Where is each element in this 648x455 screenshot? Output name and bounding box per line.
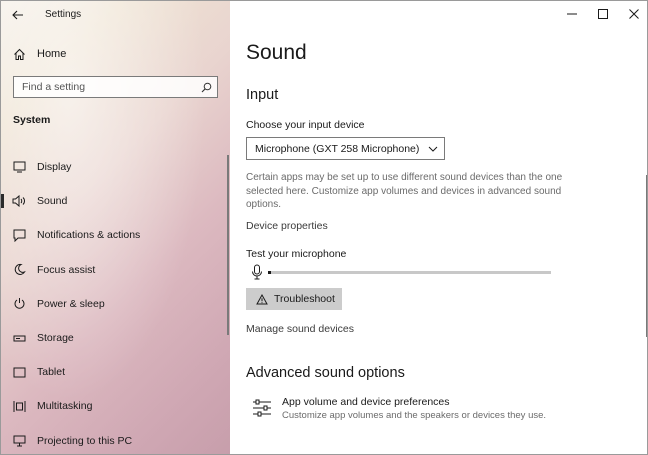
microphone-level-fill	[268, 271, 271, 274]
sidebar-nav: Display Sound Notifications & actions Fo…	[1, 150, 230, 455]
sidebar-item-label: Multitasking	[37, 400, 93, 413]
sidebar-item-label: Power & sleep	[37, 297, 105, 310]
troubleshoot-button[interactable]: Troubleshoot	[246, 288, 342, 310]
display-icon	[12, 160, 26, 174]
device-properties-link[interactable]: Device properties	[246, 220, 328, 232]
advanced-sound-heading: Advanced sound options	[246, 365, 405, 381]
page-title: Sound	[246, 41, 307, 64]
maximize-button[interactable]	[587, 1, 618, 27]
home-icon	[14, 48, 25, 60]
app-volume-title: App volume and device preferences	[282, 396, 450, 408]
power-icon	[12, 297, 26, 311]
sidebar-item-label: Sound	[37, 195, 68, 208]
sidebar-item-label: Notifications & actions	[37, 229, 141, 242]
sidebar-item-label: Display	[37, 161, 72, 174]
app-volume-preferences[interactable]: App volume and device preferences Custom…	[252, 396, 546, 421]
speaker-icon	[12, 194, 26, 208]
sliders-icon	[253, 399, 271, 417]
microphone-level-bar	[268, 271, 551, 274]
app-title: Settings	[45, 9, 82, 20]
input-description: Certain apps may be set up to use differ…	[246, 172, 563, 210]
sidebar-scrollbar[interactable]	[227, 155, 229, 335]
test-microphone-label: Test your microphone	[246, 248, 347, 260]
input-heading: Input	[246, 87, 279, 103]
sidebar-item-label: Storage	[37, 332, 74, 345]
input-device-dropdown[interactable]: Microphone (GXT 258 Microphone)	[246, 137, 445, 160]
app-volume-description: Customize app volumes and the speakers o…	[282, 410, 547, 421]
sidebar: Settings Home Find a setting System Disp…	[1, 1, 230, 455]
microphone-icon	[252, 264, 262, 280]
close-icon	[628, 9, 639, 19]
sidebar-item-sound[interactable]: Sound	[1, 184, 230, 218]
moon-icon	[12, 263, 26, 277]
settings-window: Settings Home Find a setting System Disp…	[0, 0, 648, 455]
search-placeholder: Find a setting	[22, 81, 86, 93]
sidebar-item-notifications[interactable]: Notifications & actions	[1, 218, 230, 252]
choose-input-label: Choose your input device	[246, 119, 365, 131]
section-label-system: System	[13, 114, 51, 126]
multitasking-icon	[12, 399, 26, 413]
input-device-value: Microphone (GXT 258 Microphone)	[255, 142, 420, 155]
sidebar-item-display[interactable]: Display	[1, 150, 230, 184]
chevron-down-icon	[422, 146, 444, 152]
storage-icon	[12, 331, 26, 345]
sidebar-item-label: Projecting to this PC	[37, 434, 133, 447]
minimize-icon	[566, 13, 577, 15]
projecting-icon	[12, 434, 26, 448]
minimize-button[interactable]	[556, 1, 587, 27]
sidebar-item-home[interactable]: Home	[1, 43, 230, 65]
search-icon[interactable]	[195, 77, 217, 97]
close-button[interactable]	[618, 1, 647, 27]
warning-icon	[256, 293, 268, 304]
back-arrow-icon	[12, 10, 23, 19]
sidebar-item-label: Tablet	[37, 366, 66, 379]
sidebar-item-storage[interactable]: Storage	[1, 321, 230, 355]
sidebar-item-label: Focus assist	[37, 263, 96, 276]
sidebar-item-power-sleep[interactable]: Power & sleep	[1, 287, 230, 321]
main-content: Sound Input Choose your input device Mic…	[230, 1, 647, 454]
sidebar-item-multitasking[interactable]: Multitasking	[1, 389, 230, 423]
manage-sound-devices-link[interactable]: Manage sound devices	[246, 323, 354, 335]
sidebar-item-projecting[interactable]: Projecting to this PC	[1, 424, 230, 455]
search-input[interactable]: Find a setting	[13, 76, 218, 98]
sidebar-item-focus-assist[interactable]: Focus assist	[1, 253, 230, 287]
back-button[interactable]	[1, 1, 35, 28]
tablet-icon	[12, 365, 26, 379]
maximize-icon	[597, 9, 608, 19]
caption-buttons	[556, 1, 647, 28]
title-bar: Settings	[1, 1, 230, 28]
notification-icon	[12, 228, 26, 242]
home-label: Home	[37, 48, 67, 60]
sidebar-item-tablet[interactable]: Tablet	[1, 355, 230, 389]
troubleshoot-label: Troubleshoot	[274, 293, 335, 305]
